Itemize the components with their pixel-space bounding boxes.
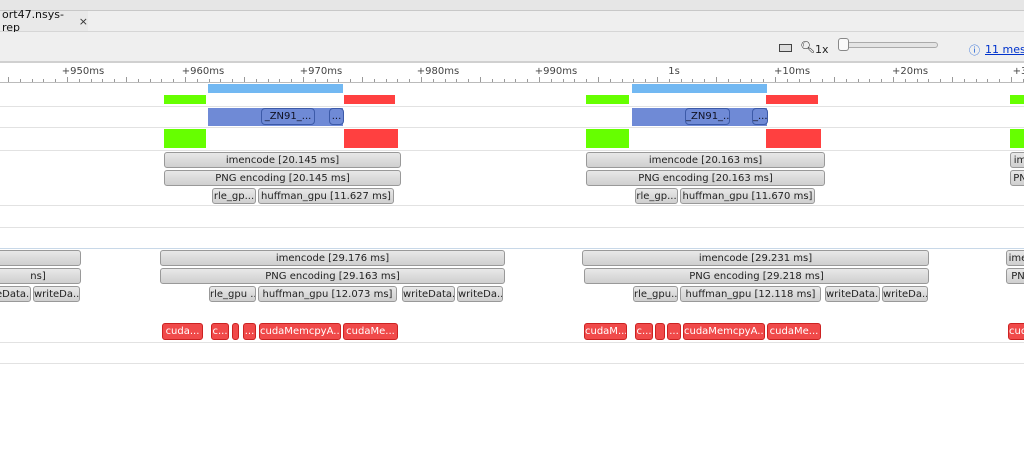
os-runtime-range[interactable] bbox=[164, 129, 206, 148]
cpu-sync-range[interactable] bbox=[344, 95, 395, 104]
row-divider bbox=[0, 363, 1024, 364]
cuda-api-call[interactable]: cuda... bbox=[162, 323, 203, 340]
nvtx-imencode[interactable]: im bbox=[1010, 152, 1024, 168]
nvtx-huffman-gpu[interactable]: huffman_gpu [12.118 ms] bbox=[680, 286, 821, 302]
nvtx-rle-gpu[interactable]: rle_gp... bbox=[635, 188, 678, 204]
kernel-block[interactable]: _... bbox=[752, 108, 768, 125]
nvtx-png-encoding[interactable]: PNG encoding [29.218 ms] bbox=[584, 268, 929, 284]
os-runtime-range[interactable] bbox=[586, 129, 629, 148]
cuda-api-call[interactable]: cudaM... bbox=[584, 323, 627, 340]
nvtx-imencode[interactable]: imencode [20.145 ms] bbox=[164, 152, 401, 168]
kernel-block[interactable]: _ZN91_... bbox=[685, 108, 730, 125]
cpu-idle-range[interactable] bbox=[1010, 95, 1024, 104]
nvtx-rle-gpu[interactable]: rle_gp... bbox=[212, 188, 256, 204]
nvtx-imencode[interactable]: imencode [29.231 ms] bbox=[582, 250, 929, 266]
nvtx-imencode[interactable]: imencode [20.163 ms] bbox=[586, 152, 825, 168]
row-divider bbox=[0, 127, 1024, 128]
cpu-busy-range[interactable] bbox=[208, 84, 343, 93]
kernel-block[interactable]: ... bbox=[329, 108, 344, 125]
row-divider bbox=[0, 227, 1024, 228]
cuda-api-call[interactable]: ... bbox=[243, 323, 256, 340]
cuda-api-call[interactable]: cudaMemcpyA... bbox=[259, 323, 341, 340]
cpu-busy-range[interactable] bbox=[632, 84, 767, 93]
cuda-api-call[interactable]: cudaMemcpyA... bbox=[683, 323, 765, 340]
cuda-api-call[interactable]: cud bbox=[1008, 323, 1024, 340]
row-divider bbox=[0, 106, 1024, 107]
nvtx-rle-gpu[interactable]: rle_gpu... bbox=[633, 286, 678, 302]
row-divider bbox=[0, 205, 1024, 206]
nvtx-huffman-gpu[interactable]: huffman_gpu [11.670 ms] bbox=[680, 188, 815, 204]
cuda-api-call[interactable]: c... bbox=[211, 323, 229, 340]
cuda-api-call[interactable] bbox=[232, 323, 239, 340]
nvtx-write-data[interactable]: writeDa... bbox=[33, 286, 80, 302]
nvtx-imencode[interactable]: ime bbox=[1006, 250, 1024, 266]
nvtx-png-encoding[interactable]: ns] bbox=[0, 268, 81, 284]
nvtx-imencode[interactable] bbox=[0, 250, 81, 266]
kernel-block[interactable]: _ZN91_... bbox=[261, 108, 315, 125]
nvtx-write-data[interactable]: writeDa... bbox=[457, 286, 503, 302]
nvtx-rle-gpu[interactable]: rle_gpu ... bbox=[209, 286, 256, 302]
nvtx-imencode[interactable]: imencode [29.176 ms] bbox=[160, 250, 505, 266]
nvtx-write-data[interactable]: writeData... bbox=[825, 286, 880, 302]
nvtx-huffman-gpu[interactable]: huffman_gpu [11.627 ms] bbox=[258, 188, 394, 204]
os-runtime-range[interactable] bbox=[1010, 129, 1024, 148]
nvtx-png-encoding[interactable]: PNG encoding [29.163 ms] bbox=[160, 268, 505, 284]
nvtx-write-data[interactable]: writeDa... bbox=[882, 286, 928, 302]
cuda-api-call[interactable]: cudaMe... bbox=[343, 323, 398, 340]
nvtx-png-encoding[interactable]: PNG encoding [20.145 ms] bbox=[164, 170, 401, 186]
nvtx-png-encoding[interactable]: PN bbox=[1006, 268, 1024, 284]
cuda-api-call[interactable]: c... bbox=[635, 323, 653, 340]
os-runtime-range[interactable] bbox=[766, 129, 821, 148]
nvtx-png-encoding[interactable]: PNG encoding [20.163 ms] bbox=[586, 170, 825, 186]
row-divider bbox=[0, 150, 1024, 151]
cuda-api-call[interactable]: ... bbox=[667, 323, 681, 340]
cpu-sync-range[interactable] bbox=[766, 95, 818, 104]
nvtx-write-data[interactable]: writeData... bbox=[402, 286, 455, 302]
nvtx-huffman-gpu[interactable]: huffman_gpu [12.073 ms] bbox=[258, 286, 397, 302]
cuda-api-call[interactable]: cudaMe... bbox=[767, 323, 821, 340]
cpu-idle-range[interactable] bbox=[164, 95, 206, 104]
nvtx-write-data[interactable]: eData... bbox=[0, 286, 31, 302]
cuda-api-call[interactable] bbox=[655, 323, 665, 340]
timeline-tracks: _ZN91_...... _ZN91_... _... imencode [20.14… bbox=[0, 0, 1024, 459]
os-runtime-range[interactable] bbox=[344, 129, 398, 148]
nvtx-png-encoding[interactable]: PN bbox=[1010, 170, 1024, 186]
row-divider bbox=[0, 342, 1024, 343]
cpu-idle-range[interactable] bbox=[586, 95, 629, 104]
process-divider bbox=[0, 248, 1024, 249]
